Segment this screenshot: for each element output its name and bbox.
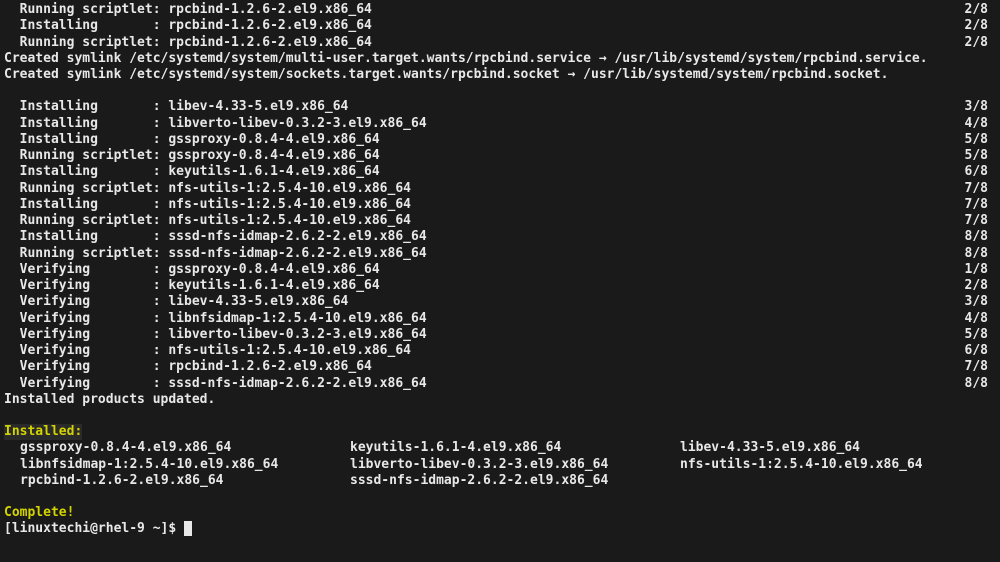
package-name: libverto-libev-0.3.2-3.el9.x86_64: [350, 457, 680, 473]
output-line: Installed products updated.: [4, 392, 996, 408]
output-line: Installing : gssproxy-0.8.4-4.el9.x86_64…: [4, 132, 996, 148]
output-line: Verifying : libnfsidmap-1:2.5.4-10.el9.x…: [4, 311, 996, 327]
output-line: Verifying : keyutils-1.6.1-4.el9.x86_642…: [4, 278, 996, 294]
output-line: Verifying : sssd-nfs-idmap-2.6.2-2.el9.x…: [4, 376, 996, 392]
package-name: sssd-nfs-idmap-2.6.2-2.el9.x86_64: [350, 473, 680, 489]
output-line: Running scriptlet: nfs-utils-1:2.5.4-10.…: [4, 213, 996, 229]
output-line: Created symlink /etc/systemd/system/sock…: [4, 67, 996, 83]
terminal-output[interactable]: Running scriptlet: rpcbind-1.2.6-2.el9.x…: [4, 2, 996, 538]
output-line: Installing : libverto-libev-0.3.2-3.el9.…: [4, 116, 996, 132]
output-line: Installing : libev-4.33-5.el9.x86_643/8: [4, 99, 996, 115]
blank-line: [4, 489, 996, 505]
package-name: nfs-utils-1:2.5.4-10.el9.x86_64: [680, 457, 1000, 473]
output-line: Installing : sssd-nfs-idmap-2.6.2-2.el9.…: [4, 229, 996, 245]
output-line: Verifying : nfs-utils-1:2.5.4-10.el9.x86…: [4, 343, 996, 359]
blank-line: [4, 408, 996, 424]
output-line: Installing : keyutils-1.6.1-4.el9.x86_64…: [4, 164, 996, 180]
output-line: Verifying : rpcbind-1.2.6-2.el9.x86_647/…: [4, 359, 996, 375]
output-line: Created symlink /etc/systemd/system/mult…: [4, 51, 996, 67]
shell-prompt[interactable]: [linuxtechi@rhel-9 ~]$: [4, 521, 996, 537]
cursor-icon: [184, 521, 192, 536]
prompt-text: [linuxtechi@rhel-9 ~]$: [4, 521, 184, 536]
package-name: libev-4.33-5.el9.x86_64: [680, 440, 1000, 456]
output-line: Verifying : gssproxy-0.8.4-4.el9.x86_641…: [4, 262, 996, 278]
package-name: rpcbind-1.2.6-2.el9.x86_64: [20, 473, 350, 489]
blank-line: [4, 83, 996, 99]
output-line: Running scriptlet: gssproxy-0.8.4-4.el9.…: [4, 148, 996, 164]
installed-header: Installed:: [4, 424, 996, 440]
output-line: Verifying : libev-4.33-5.el9.x86_643/8: [4, 294, 996, 310]
output-line: Running scriptlet: rpcbind-1.2.6-2.el9.x…: [4, 35, 996, 51]
output-line: Running scriptlet: sssd-nfs-idmap-2.6.2-…: [4, 246, 996, 262]
output-line: Running scriptlet: nfs-utils-1:2.5.4-10.…: [4, 181, 996, 197]
package-name: gssproxy-0.8.4-4.el9.x86_64: [20, 440, 350, 456]
output-line: Installing : rpcbind-1.2.6-2.el9.x86_642…: [4, 18, 996, 34]
complete-message: Complete!: [4, 505, 996, 521]
package-name: libnfsidmap-1:2.5.4-10.el9.x86_64: [20, 457, 350, 473]
package-name: keyutils-1.6.1-4.el9.x86_64: [350, 440, 680, 456]
output-line: Verifying : libverto-libev-0.3.2-3.el9.x…: [4, 327, 996, 343]
output-line: Installing : nfs-utils-1:2.5.4-10.el9.x8…: [4, 197, 996, 213]
installed-packages: gssproxy-0.8.4-4.el9.x86_64keyutils-1.6.…: [4, 440, 996, 489]
output-line: Running scriptlet: rpcbind-1.2.6-2.el9.x…: [4, 2, 996, 18]
